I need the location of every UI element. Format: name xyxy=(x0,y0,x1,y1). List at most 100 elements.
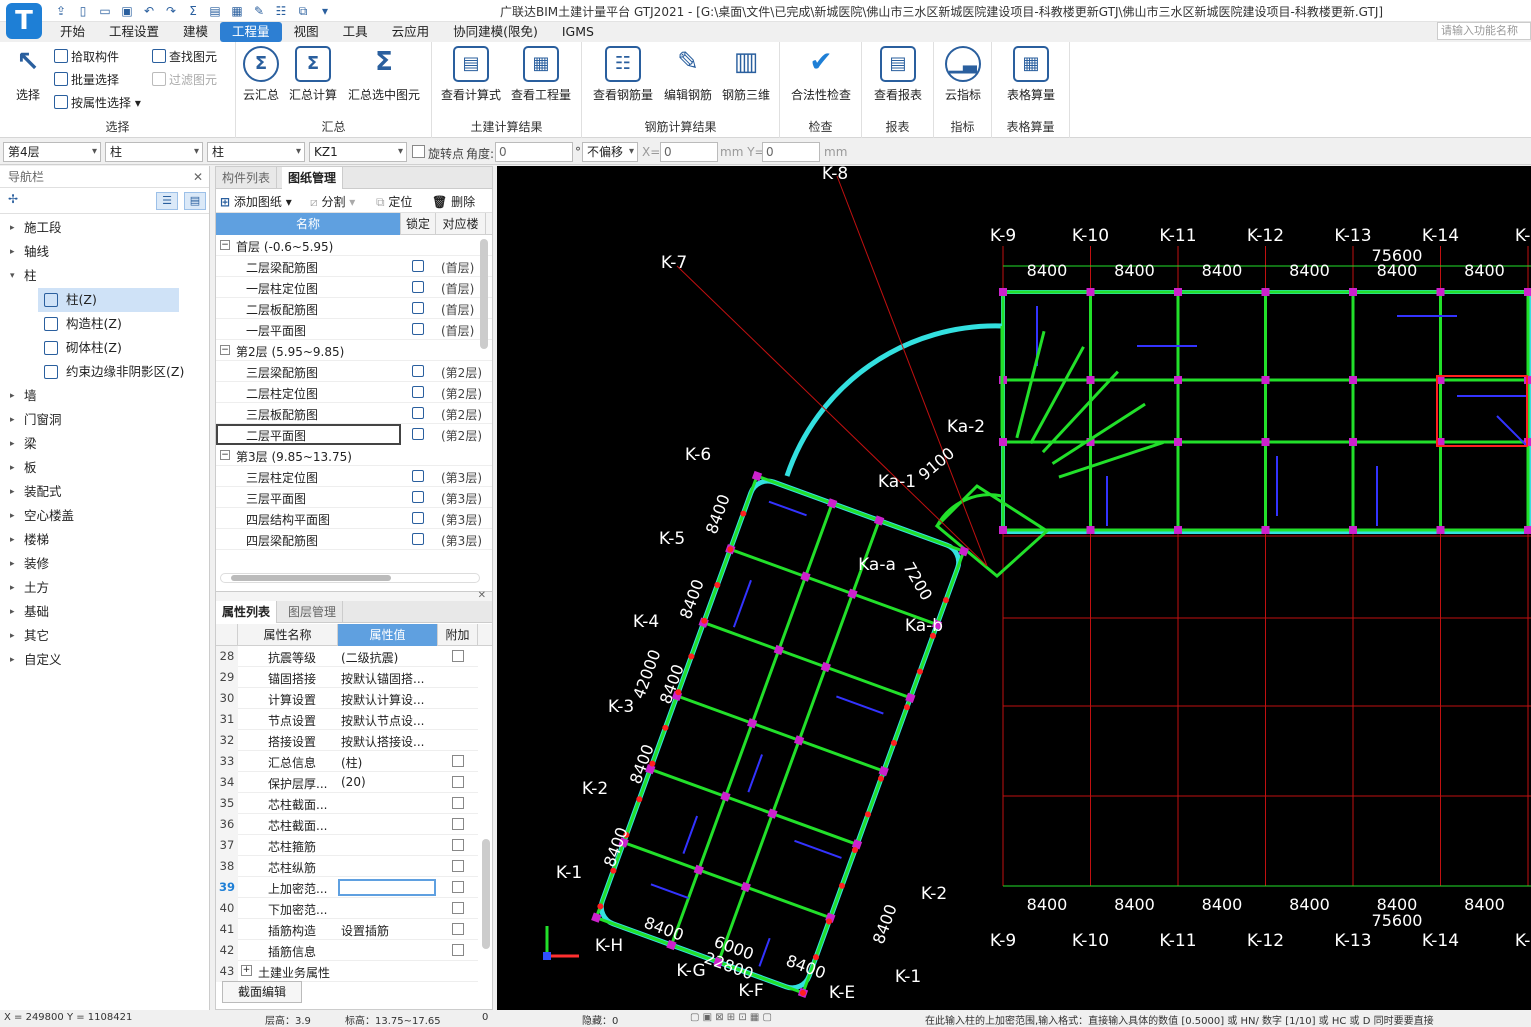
lock-icon[interactable] xyxy=(412,281,424,293)
nav-item-16[interactable]: ▸ 基础 xyxy=(0,600,209,624)
find-element-button[interactable]: 查找图元 xyxy=(152,48,217,65)
y-offset-input[interactable]: 0 xyxy=(762,142,820,162)
extra-checkbox[interactable] xyxy=(452,902,464,914)
component-name-select[interactable]: KZ1 xyxy=(309,142,407,162)
nav-item-13[interactable]: ▸ 楼梯 xyxy=(0,528,209,552)
chevron-right-icon[interactable]: ▸ xyxy=(10,576,15,600)
chevron-right-icon[interactable]: ▸ xyxy=(10,408,15,432)
nav-item-11[interactable]: ▸ 装配式 xyxy=(0,480,209,504)
chevron-right-icon[interactable]: ▸ xyxy=(10,648,15,672)
report-icon[interactable]: ▤ xyxy=(206,3,224,19)
view-report-button[interactable]: ▤ 查看报表 xyxy=(870,46,926,103)
view-quantity-button[interactable]: ▦ 查看工程量 xyxy=(508,46,574,103)
chevron-right-icon[interactable]: ▸ xyxy=(10,216,15,240)
drawing-canvas[interactable]: K-9 K-10 K-11 K-12 K-13 K-14 K-1 K-9 K-10 K-11 K-1… xyxy=(497,164,1531,1010)
menu-tab-1[interactable]: 工程设置 xyxy=(97,22,171,42)
menu-tab-3[interactable]: 工程量 xyxy=(220,22,282,42)
nav-item-18[interactable]: ▸ 自定义 xyxy=(0,648,209,672)
select-button[interactable]: ↖ 选择 xyxy=(8,46,48,103)
drawing-row-3[interactable]: 二层板配筋图 (首层) xyxy=(216,298,492,319)
drawing-row-12[interactable]: 三层平面图 (第3层) xyxy=(216,487,492,508)
col-floor[interactable]: 对应楼 xyxy=(436,213,486,235)
chevron-right-icon[interactable]: ▸ xyxy=(10,624,15,648)
panel-splitter[interactable]: ✕ xyxy=(216,590,492,601)
drawing-row-4[interactable]: 一层平面图 (首层) xyxy=(216,319,492,340)
chevron-right-icon[interactable]: ▸ xyxy=(10,384,15,408)
redo-icon[interactable]: ↷ xyxy=(162,3,180,19)
lock-icon[interactable] xyxy=(412,512,424,524)
vertical-scrollbar[interactable] xyxy=(480,239,488,349)
drawing-row-2[interactable]: 一层柱定位图 (首层) xyxy=(216,277,492,298)
extra-checkbox[interactable] xyxy=(452,755,464,767)
property-row-4[interactable]: 32 搭接设置 按默认搭接设... xyxy=(216,730,478,751)
drawing-row-6[interactable]: 三层梁配筋图 (第2层) xyxy=(216,361,492,382)
close-icon[interactable]: ✕ xyxy=(193,166,203,188)
property-row-11[interactable]: 39 上加密范... xyxy=(216,877,478,898)
horizontal-scrollbar[interactable] xyxy=(220,573,480,583)
nav-item-7[interactable]: ▸ 墙 xyxy=(0,384,209,408)
property-row-10[interactable]: 38 芯柱纵筋 xyxy=(216,856,478,877)
drawing-row-11[interactable]: 三层柱定位图 (第3层) xyxy=(216,466,492,487)
view-formula-button[interactable]: ▤ 查看计算式 xyxy=(438,46,504,103)
cloud-index-button[interactable]: ▁▃ 云指标 xyxy=(940,46,986,103)
col-name[interactable]: 名称 xyxy=(216,213,401,235)
property-row-2[interactable]: 30 计算设置 按默认计算设... xyxy=(216,688,478,709)
rotate-point-checkbox[interactable] xyxy=(412,145,425,158)
select-by-attr-button[interactable]: 按属性选择 ▾ xyxy=(54,94,141,111)
extra-checkbox[interactable] xyxy=(452,860,464,872)
open-folder-icon[interactable]: ▭ xyxy=(96,3,114,19)
detail-view-icon[interactable]: ▤ xyxy=(184,192,206,210)
app-logo[interactable]: T xyxy=(6,3,42,39)
extra-checkbox[interactable] xyxy=(452,818,464,830)
property-value[interactable]: (柱) xyxy=(341,754,362,771)
nav-item-9[interactable]: ▸ 梁 xyxy=(0,432,209,456)
upload-icon[interactable]: ⇪ xyxy=(52,3,70,19)
property-row-5[interactable]: 33 汇总信息 (柱) xyxy=(216,751,478,772)
save-icon[interactable]: ▣ xyxy=(118,3,136,19)
collapse-icon[interactable]: − xyxy=(220,450,230,460)
property-row-12[interactable]: 40 下加密范... xyxy=(216,898,478,919)
add-drawing-button[interactable]: ⊞ 添加图纸 ▾ xyxy=(220,193,292,210)
drawing-row-13[interactable]: 四层结构平面图 (第3层) xyxy=(216,508,492,529)
lock-icon[interactable] xyxy=(412,428,424,440)
property-value[interactable]: 按默认计算设... xyxy=(341,691,424,708)
pick-component-button[interactable]: 拾取构件 xyxy=(54,48,119,65)
lock-icon[interactable] xyxy=(412,302,424,314)
component-subtype-select[interactable]: 柱 xyxy=(207,142,305,162)
property-value[interactable]: 按默认锚固搭... xyxy=(341,670,424,687)
lock-icon[interactable] xyxy=(412,470,424,482)
property-value[interactable]: 按默认节点设... xyxy=(341,712,424,729)
snap-toolbar[interactable]: ▢ ▣ ⊠ ⊞ ⊡ ▦ ▢ xyxy=(690,1012,772,1023)
property-value[interactable]: 设置插筋 xyxy=(341,922,389,939)
floor-select[interactable]: 第4层 xyxy=(3,142,101,162)
chevron-right-icon[interactable]: ▸ xyxy=(10,432,15,456)
property-row-9[interactable]: 37 芯柱箍筋 xyxy=(216,835,478,856)
extra-checkbox[interactable] xyxy=(452,776,464,788)
pin-icon[interactable]: ✢ xyxy=(8,192,18,206)
nav-item-17[interactable]: ▸ 其它 xyxy=(0,624,209,648)
extra-checkbox[interactable] xyxy=(452,839,464,851)
menu-tab-4[interactable]: 视图 xyxy=(282,22,331,42)
drawing-row-8[interactable]: 三层板配筋图 (第2层) xyxy=(216,403,492,424)
menu-tab-5[interactable]: 工具 xyxy=(331,22,380,42)
list-view-icon[interactable]: ☰ xyxy=(156,192,178,210)
offset-select[interactable]: 不偏移 xyxy=(582,142,638,162)
property-row-6[interactable]: 34 保护层厚... (20) xyxy=(216,772,478,793)
nav-item-2[interactable]: ▾ 柱 xyxy=(0,264,209,288)
section-edit-button[interactable]: 截面编辑 xyxy=(222,981,302,1003)
locate-button[interactable]: ⧉ 定位 xyxy=(376,193,412,210)
menu-tab-2[interactable]: 建模 xyxy=(171,22,220,42)
nav-item-8[interactable]: ▸ 门窗洞 xyxy=(0,408,209,432)
split-button[interactable]: ⧄ 分割 ▾ xyxy=(310,193,355,210)
chevron-right-icon[interactable]: ▸ xyxy=(10,504,15,528)
chevron-right-icon[interactable]: ▸ xyxy=(10,600,15,624)
tab-property-list[interactable]: 属性列表 xyxy=(216,601,278,623)
rebar-3d-button[interactable]: ▥ 钢筋三维 xyxy=(718,46,774,103)
sum-selected-button[interactable]: Σ 汇总选中图元 xyxy=(346,46,422,103)
drawing-row-9[interactable]: 二层平面图 (第2层) xyxy=(216,424,482,445)
property-value[interactable] xyxy=(338,879,436,896)
nav-item-6[interactable]: 约束边缘非阴影区(Z) xyxy=(0,360,209,384)
collapse-icon[interactable]: − xyxy=(220,240,230,250)
menu-tab-8[interactable]: IGMS xyxy=(550,22,606,42)
chevron-right-icon[interactable]: ▸ xyxy=(10,240,15,264)
